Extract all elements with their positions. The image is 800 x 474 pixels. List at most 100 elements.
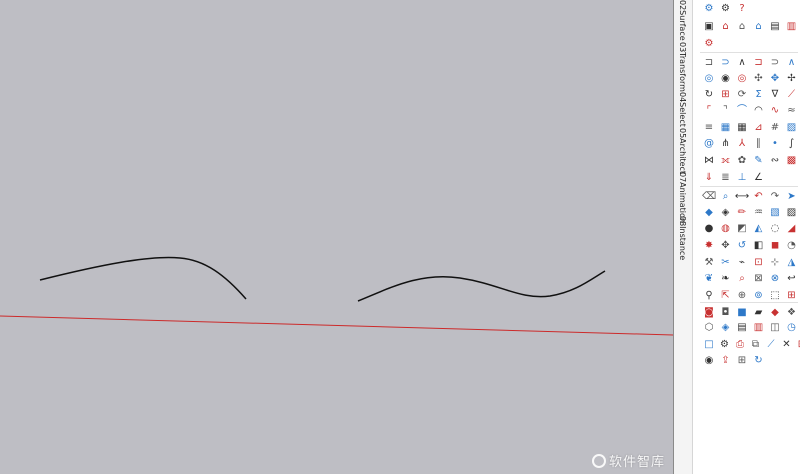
layer-icon[interactable]: ▤ [735,321,749,335]
viewport-canvas[interactable] [0,0,673,474]
extrude-icon[interactable]: ⊞ [719,88,733,102]
pie-icon[interactable]: ◔ [785,239,799,253]
arrows-icon[interactable]: ✢ [785,72,799,86]
corner-2-icon[interactable]: ⌝ [719,104,733,118]
explode-icon[interactable]: ✸ [702,239,716,253]
tab-03transform[interactable]: 03Transform [676,42,688,92]
arc-2-icon[interactable]: ◠ [752,104,766,118]
scene-icon[interactable]: ◈ [719,321,733,335]
redo-icon[interactable]: ↷ [768,190,782,204]
tile-icon[interactable]: ◆ [768,306,782,320]
hook-icon[interactable]: ↩ [785,272,799,286]
eye-outline-icon[interactable]: ◎ [735,72,749,86]
snake-icon[interactable]: ∾ [768,154,782,168]
target-icon[interactable]: ⊚ [752,289,766,303]
bars-icon[interactable]: ∥ [752,137,766,151]
tab-05architect[interactable]: 05Architect [676,128,688,174]
slant-icon[interactable]: ⟋ [785,88,799,102]
materials-icon[interactable]: ⚙ [719,2,733,16]
ruler-icon[interactable]: ⊿ [752,121,766,135]
cursor-icon[interactable]: ⇱ [719,289,733,303]
panel-icon[interactable]: ◫ [768,321,782,335]
paint-icon[interactable]: ◆ [702,206,716,220]
cross-icon[interactable]: ⊹ [768,256,782,270]
pin-icon[interactable]: ⇓ [702,171,716,185]
house-outline-icon[interactable]: ⌂ [735,20,749,34]
select-icon[interactable]: ➤ [785,190,799,204]
cube-outline-icon[interactable]: ⬡ [702,321,716,335]
move-red-icon[interactable]: ✥ [719,239,733,253]
disc-icon[interactable]: ◉ [702,354,716,368]
bracket-2-icon[interactable]: ⊐ [752,56,766,70]
angle-2-icon[interactable]: ∧ [785,56,799,70]
hash-icon[interactable]: # [768,121,782,135]
frame-icon[interactable]: ⊡ [752,256,766,270]
zoom-icon[interactable]: ⌕ [719,190,733,204]
cube-icon[interactable]: ◼ [768,239,782,253]
roof-icon[interactable]: ⌂ [752,20,766,34]
grid-2-icon[interactable]: ▦ [735,121,749,135]
gear-2-icon[interactable]: ✿ [735,154,749,168]
tab-08instance[interactable]: 08Instance [676,216,688,260]
eye-icon[interactable]: ◉ [719,72,733,86]
tree-icon[interactable]: ⅄ [735,137,749,151]
block-2-icon[interactable]: ▰ [752,306,766,320]
measure-icon[interactable]: ⟷ [735,190,749,204]
grid-icon[interactable]: ▦ [719,121,733,135]
branch-icon[interactable]: ⋔ [719,137,733,151]
home-icon[interactable]: ⌂ [719,20,733,34]
circle-cut-icon[interactable]: ◌ [768,222,782,236]
wrench-icon[interactable]: ⚙ [718,338,732,352]
leaf-icon[interactable]: ❧ [719,272,733,286]
bracket-round-icon[interactable]: ⊃ [719,56,733,70]
link-icon[interactable]: ⟗ [719,154,733,168]
corner-icon[interactable]: ⌜ [702,104,716,118]
block-icon[interactable]: ■ [735,306,749,320]
modeling-viewport[interactable]: 软件智库 [0,0,673,474]
angle-icon[interactable]: ∧ [735,56,749,70]
undo-icon[interactable]: ↶ [752,190,766,204]
dot-icon[interactable]: • [768,137,782,151]
line-icon[interactable]: ⟋ [764,338,778,352]
window-icon[interactable]: ▤ [768,20,782,34]
hatch-icon[interactable]: ▨ [785,121,799,135]
reload-icon[interactable]: ↻ [752,354,766,368]
rectangle-icon[interactable]: □ [702,338,716,352]
rail-icon[interactable]: ≡ [702,121,716,135]
scale-icon[interactable]: ⊠ [752,272,766,286]
grid-box-icon[interactable]: ⊞ [795,338,800,352]
arc-icon[interactable]: ⌒ [735,104,749,118]
stair-icon[interactable]: ▥ [785,20,799,34]
sigma-icon[interactable]: Σ [752,88,766,102]
pencil-icon[interactable]: ✏ [735,206,749,220]
stack-2-icon[interactable]: ⧉ [749,338,763,352]
sponge-icon[interactable]: ▩ [785,154,799,168]
close-icon[interactable]: ✕ [780,338,794,352]
crosshair-icon[interactable]: ⊕ [735,289,749,303]
search-icon[interactable]: ⌕ [735,272,749,286]
spiral-icon[interactable]: @ [702,137,716,151]
shape-icon[interactable]: ◧ [752,239,766,253]
slash-icon[interactable]: ∫ [785,137,799,151]
refresh-icon[interactable]: ↺ [735,239,749,253]
box-3d-icon[interactable]: ⬚ [768,289,782,303]
tab-04select[interactable]: 04Select [676,92,688,127]
camera-2-icon[interactable]: ◘ [719,306,733,320]
cone-icon[interactable]: ◭ [752,222,766,236]
angle-measure-icon[interactable]: ∠ [752,171,766,185]
move-icon[interactable]: ✣ [752,72,766,86]
sphere-2-icon[interactable]: ◍ [719,222,733,236]
texture-icon[interactable]: ▧ [768,206,782,220]
gear-plugin-icon[interactable]: ⚙ [702,37,716,51]
components-icon[interactable]: ⚙ [702,2,716,16]
orbit-icon[interactable]: ◎ [702,72,716,86]
join-icon[interactable]: ⋈ [702,154,716,168]
curve-1[interactable] [39,256,247,300]
pen-icon[interactable]: ✎ [752,154,766,168]
nabla-icon[interactable]: ∇ [768,88,782,102]
curve-icon[interactable]: ∿ [768,104,782,118]
gallery-icon[interactable]: ⊞ [735,354,749,368]
freehand-icon[interactable]: ♒ [752,206,766,220]
no-icon[interactable]: ⊗ [768,272,782,286]
twist-icon[interactable]: ⟳ [735,88,749,102]
